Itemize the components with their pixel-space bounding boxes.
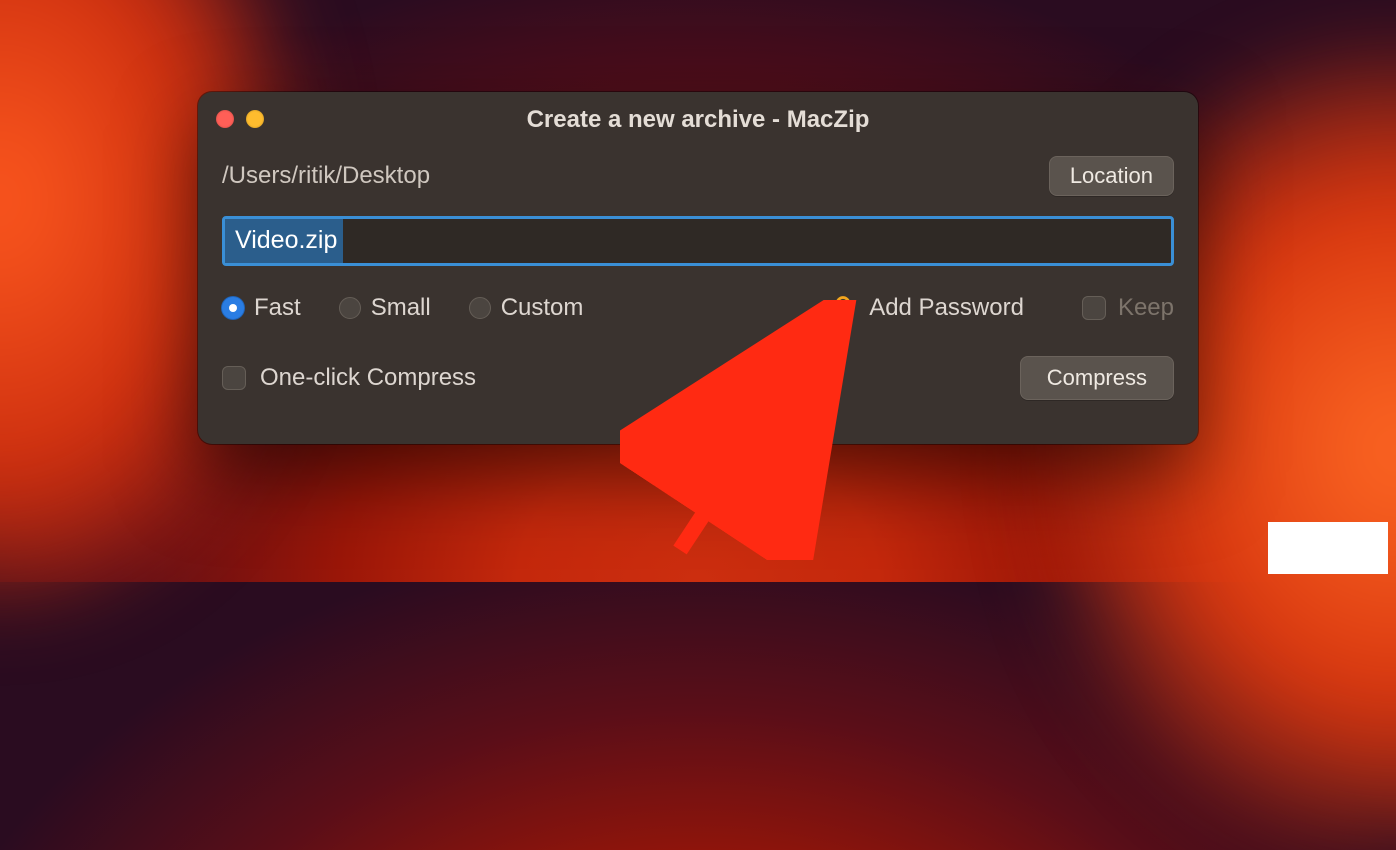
radio-fast[interactable]: Fast: [222, 294, 301, 322]
radio-dot-icon: [469, 297, 491, 319]
compression-mode-group: Fast Small Custom: [222, 294, 583, 322]
radio-custom-label: Custom: [501, 294, 584, 322]
watermark-block: [1268, 522, 1388, 574]
one-click-label: One-click Compress: [260, 364, 476, 392]
close-icon[interactable]: [216, 110, 234, 128]
checkbox-icon: [1082, 296, 1106, 320]
add-password-button[interactable]: Add Password: [829, 294, 1024, 322]
keep-label: Keep: [1118, 294, 1174, 322]
compress-button[interactable]: Compress: [1020, 356, 1174, 400]
filename-input[interactable]: Video.zip: [225, 219, 343, 263]
output-path: /Users/ritik/Desktop: [222, 162, 430, 190]
unlock-icon: [829, 294, 857, 322]
path-row: /Users/ritik/Desktop Location: [222, 156, 1174, 196]
add-password-label: Add Password: [869, 294, 1024, 322]
radio-small-label: Small: [371, 294, 431, 322]
bottom-row: One-click Compress Compress: [222, 356, 1174, 400]
window-title: Create a new archive - MacZip: [198, 94, 1198, 134]
checkbox-icon: [222, 366, 246, 390]
radio-dot-icon: [222, 297, 244, 319]
maczip-window: Create a new archive - MacZip /Users/rit…: [198, 92, 1198, 444]
location-button[interactable]: Location: [1049, 156, 1174, 196]
window-controls: [216, 110, 264, 128]
titlebar: Create a new archive - MacZip: [198, 92, 1198, 136]
one-click-checkbox[interactable]: One-click Compress: [222, 364, 476, 392]
radio-small[interactable]: Small: [339, 294, 431, 322]
radio-fast-label: Fast: [254, 294, 301, 322]
filename-field-wrap[interactable]: Video.zip: [222, 216, 1174, 266]
keep-checkbox[interactable]: Keep: [1082, 294, 1174, 322]
options-row: Fast Small Custom Ad: [222, 294, 1174, 322]
minimize-icon[interactable]: [246, 110, 264, 128]
radio-dot-icon: [339, 297, 361, 319]
radio-custom[interactable]: Custom: [469, 294, 584, 322]
